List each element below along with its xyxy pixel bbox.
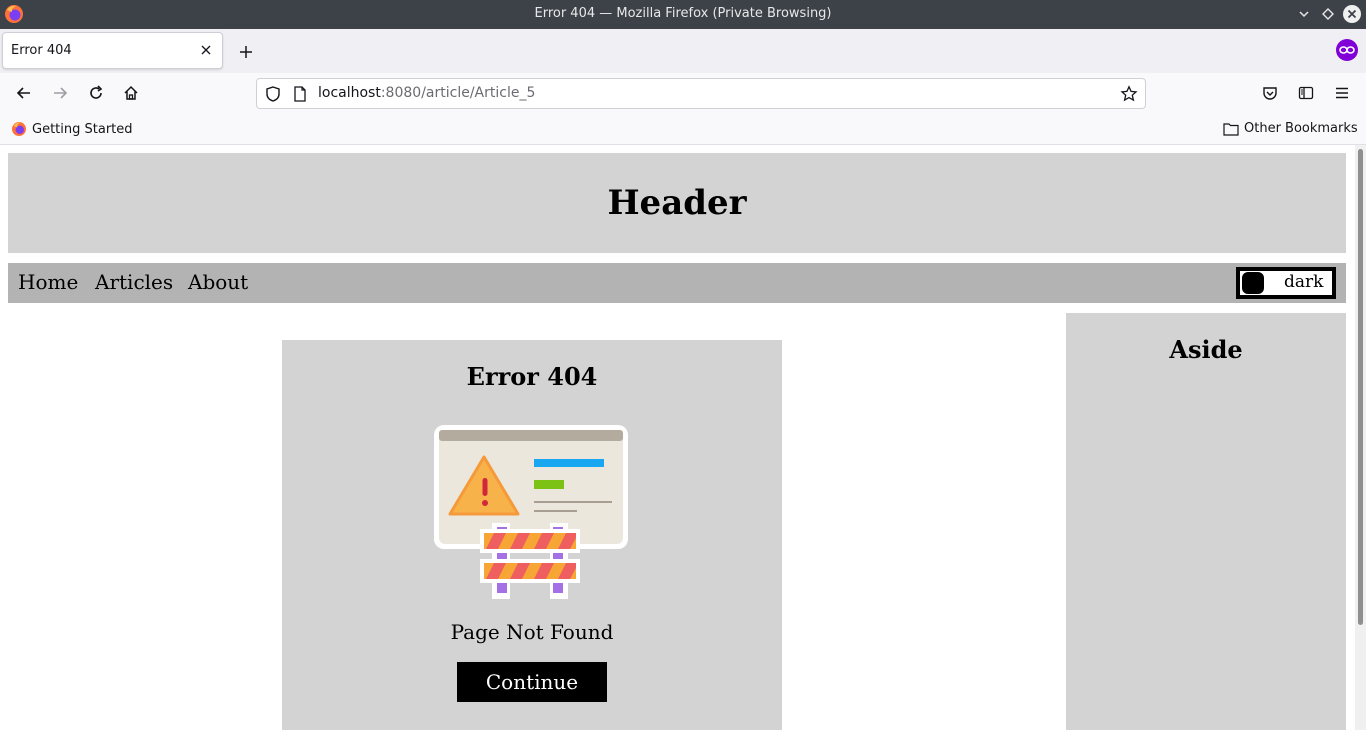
bookmark-label: Getting Started [32, 121, 133, 137]
close-tab-icon[interactable] [198, 42, 214, 58]
theme-toggle[interactable]: dark [1236, 267, 1336, 299]
window-titlebar: Error 404 — Mozilla Firefox (Private Bro… [0, 0, 1366, 29]
navigation-toolbar: localhost:8080/article/Article_5 [0, 73, 1366, 113]
page-viewport: Header Home Articles About dark Error 40… [0, 145, 1355, 730]
private-browsing-icon [1336, 39, 1358, 61]
other-bookmarks-label: Other Bookmarks [1244, 121, 1358, 136]
site-nav: Home Articles About dark [8, 263, 1346, 303]
aside-panel: Aside [1066, 313, 1346, 730]
tab-title: Error 404 [11, 43, 72, 58]
folder-icon [1223, 122, 1239, 136]
address-bar[interactable]: localhost:8080/article/Article_5 [256, 78, 1146, 109]
url-host: localhost [318, 85, 381, 101]
sidebar-toggle-icon[interactable] [1296, 83, 1316, 103]
theme-toggle-knob[interactable] [1242, 272, 1264, 294]
error-card: Error 404 Page Not Found Continue [282, 340, 782, 730]
nav-link-about[interactable]: About [188, 270, 248, 294]
aside-title: Aside [1169, 335, 1243, 364]
nav-link-articles[interactable]: Articles [95, 270, 173, 294]
back-arrow-icon[interactable] [14, 83, 34, 103]
url-path: :8080/article/Article_5 [380, 85, 536, 101]
scrollbar-thumb[interactable] [1358, 149, 1363, 625]
error-title: Error 404 [466, 362, 598, 391]
forward-arrow-icon[interactable] [50, 83, 70, 103]
firefox-bookmark-icon [12, 122, 26, 136]
home-icon[interactable] [121, 83, 141, 103]
bookmark-getting-started[interactable]: Getting Started [11, 121, 133, 137]
reload-icon[interactable] [86, 83, 106, 103]
other-bookmarks-folder[interactable]: Other Bookmarks [1223, 121, 1358, 136]
bookmarks-toolbar: Getting Started Other Bookmarks [0, 113, 1366, 145]
minimize-icon[interactable] [1294, 4, 1314, 24]
bookmark-star-icon[interactable] [1120, 85, 1138, 103]
header-title: Header [607, 183, 747, 223]
tab-error-404[interactable]: Error 404 [2, 32, 223, 69]
tracking-protection-shield-icon[interactable] [264, 85, 282, 103]
page-info-icon[interactable] [292, 85, 308, 103]
hamburger-menu-icon[interactable] [1332, 83, 1352, 103]
tab-strip: Error 404 [0, 29, 1366, 73]
page-scrollbar[interactable] [1355, 145, 1366, 730]
error-message: Page Not Found [450, 620, 614, 644]
continue-button[interactable]: Continue [457, 662, 607, 702]
site-header: Header [8, 153, 1346, 253]
new-tab-icon[interactable] [236, 42, 256, 62]
nav-link-home[interactable]: Home [18, 270, 78, 294]
window-title: Error 404 — Mozilla Firefox (Private Bro… [534, 6, 832, 21]
pocket-icon[interactable] [1260, 83, 1280, 103]
under-construction-illustration [434, 425, 628, 599]
theme-toggle-label: dark [1284, 272, 1324, 292]
close-window-icon[interactable] [1342, 4, 1362, 24]
maximize-icon[interactable] [1318, 4, 1338, 24]
url-text[interactable]: localhost:8080/article/Article_5 [318, 85, 535, 101]
